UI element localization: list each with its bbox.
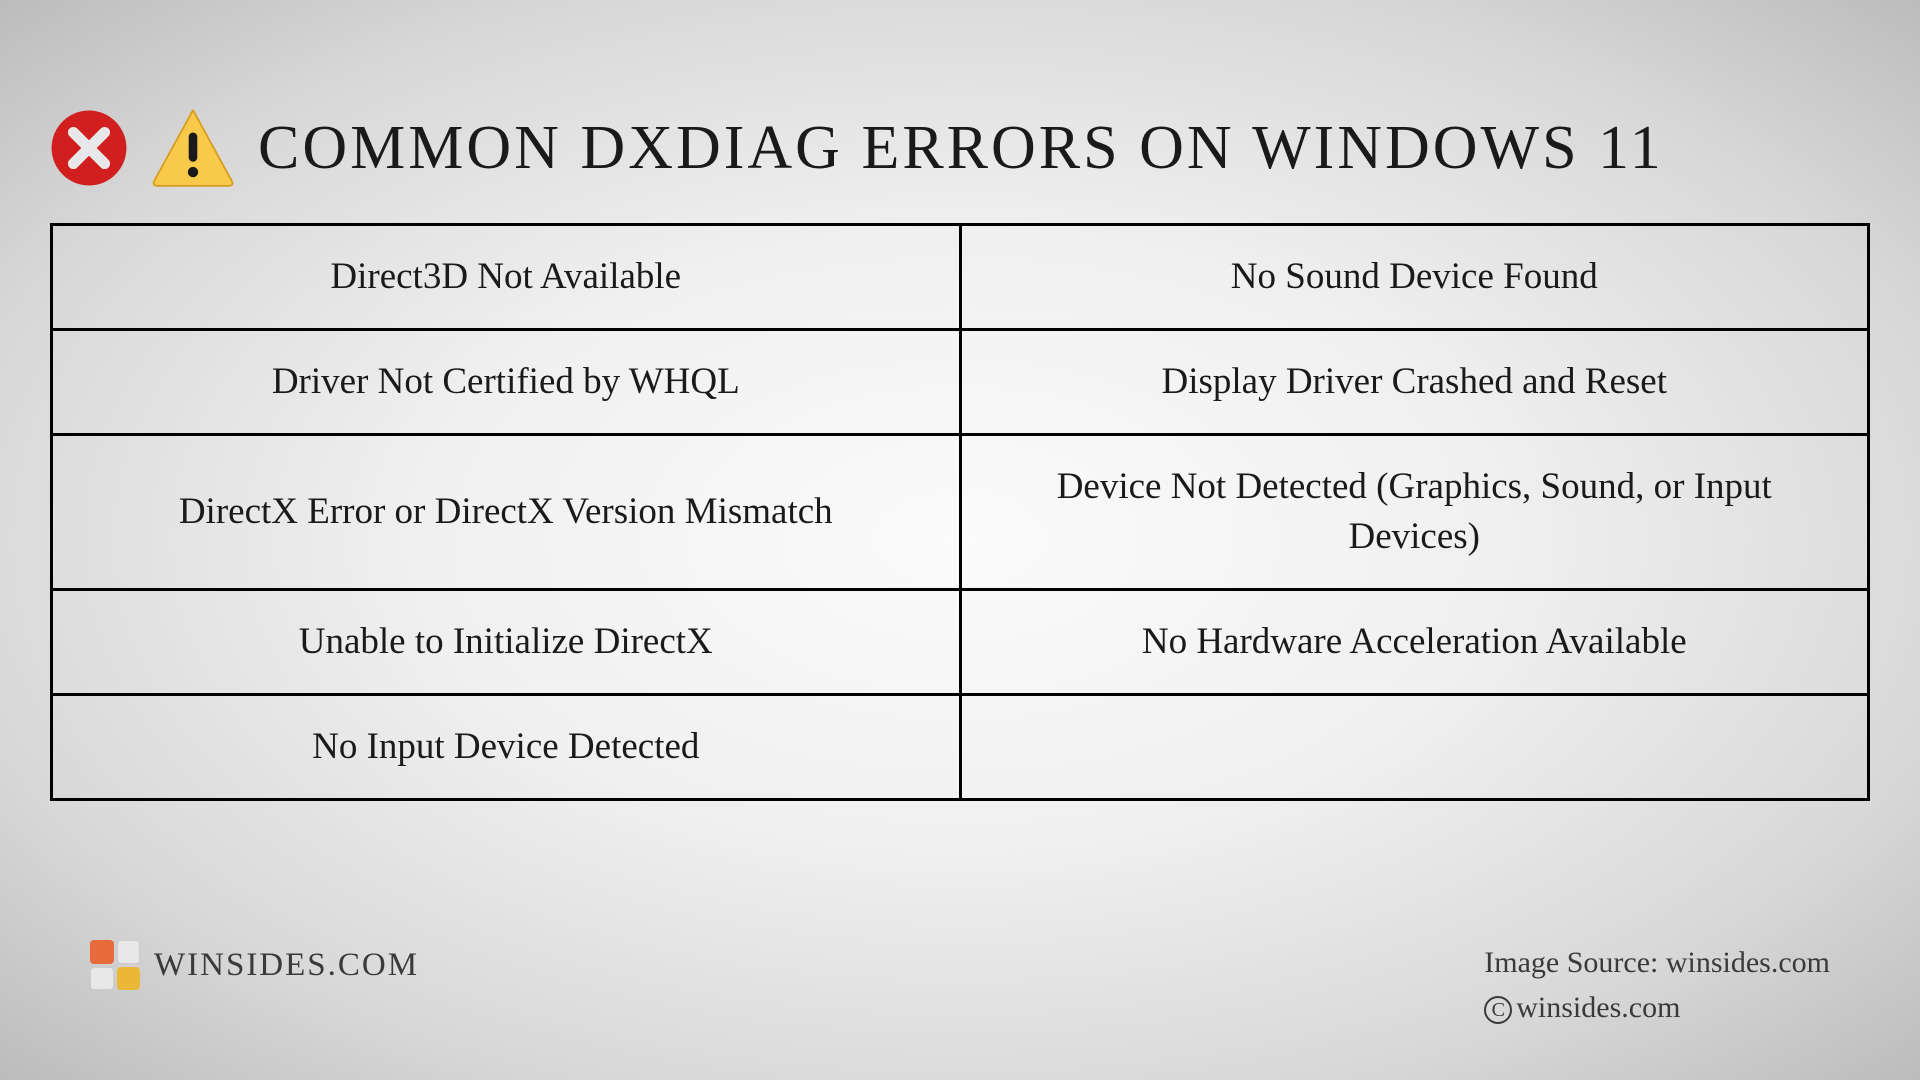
table-row: Unable to Initialize DirectX No Hardware…: [52, 589, 1869, 694]
cell: Driver Not Certified by WHQL: [52, 329, 961, 434]
warning-icon: [150, 105, 236, 191]
table-row: Direct3D Not Available No Sound Device F…: [52, 225, 1869, 330]
brand-logo-icon: [90, 940, 140, 990]
cell: Unable to Initialize DirectX: [52, 589, 961, 694]
attribution: Image Source: winsides.com Cwinsides.com: [1484, 940, 1830, 1030]
brand: WINSIDES.COM: [90, 940, 419, 990]
errors-table: Direct3D Not Available No Sound Device F…: [50, 223, 1870, 801]
table-row: Driver Not Certified by WHQL Display Dri…: [52, 329, 1869, 434]
error-icon: [50, 109, 128, 187]
cell: No Hardware Acceleration Available: [960, 589, 1869, 694]
page-title: COMMON DXDIAG ERRORS ON WINDOWS 11: [258, 113, 1664, 184]
copyright-text: winsides.com: [1516, 991, 1680, 1024]
table-row: No Input Device Detected: [52, 694, 1869, 799]
cell: DirectX Error or DirectX Version Mismatc…: [52, 434, 961, 589]
copyright-icon: C: [1484, 996, 1512, 1024]
cell: Direct3D Not Available: [52, 225, 961, 330]
cell: No Input Device Detected: [52, 694, 961, 799]
cell: No Sound Device Found: [960, 225, 1869, 330]
header: COMMON DXDIAG ERRORS ON WINDOWS 11: [0, 0, 1920, 191]
table-row: DirectX Error or DirectX Version Mismatc…: [52, 434, 1869, 589]
copyright: Cwinsides.com: [1484, 985, 1830, 1030]
cell: Display Driver Crashed and Reset: [960, 329, 1869, 434]
brand-text: WINSIDES.COM: [154, 947, 419, 984]
footer: WINSIDES.COM Image Source: winsides.com …: [0, 940, 1920, 1030]
cell: [960, 694, 1869, 799]
cell: Device Not Detected (Graphics, Sound, or…: [960, 434, 1869, 589]
image-source: Image Source: winsides.com: [1484, 940, 1830, 985]
